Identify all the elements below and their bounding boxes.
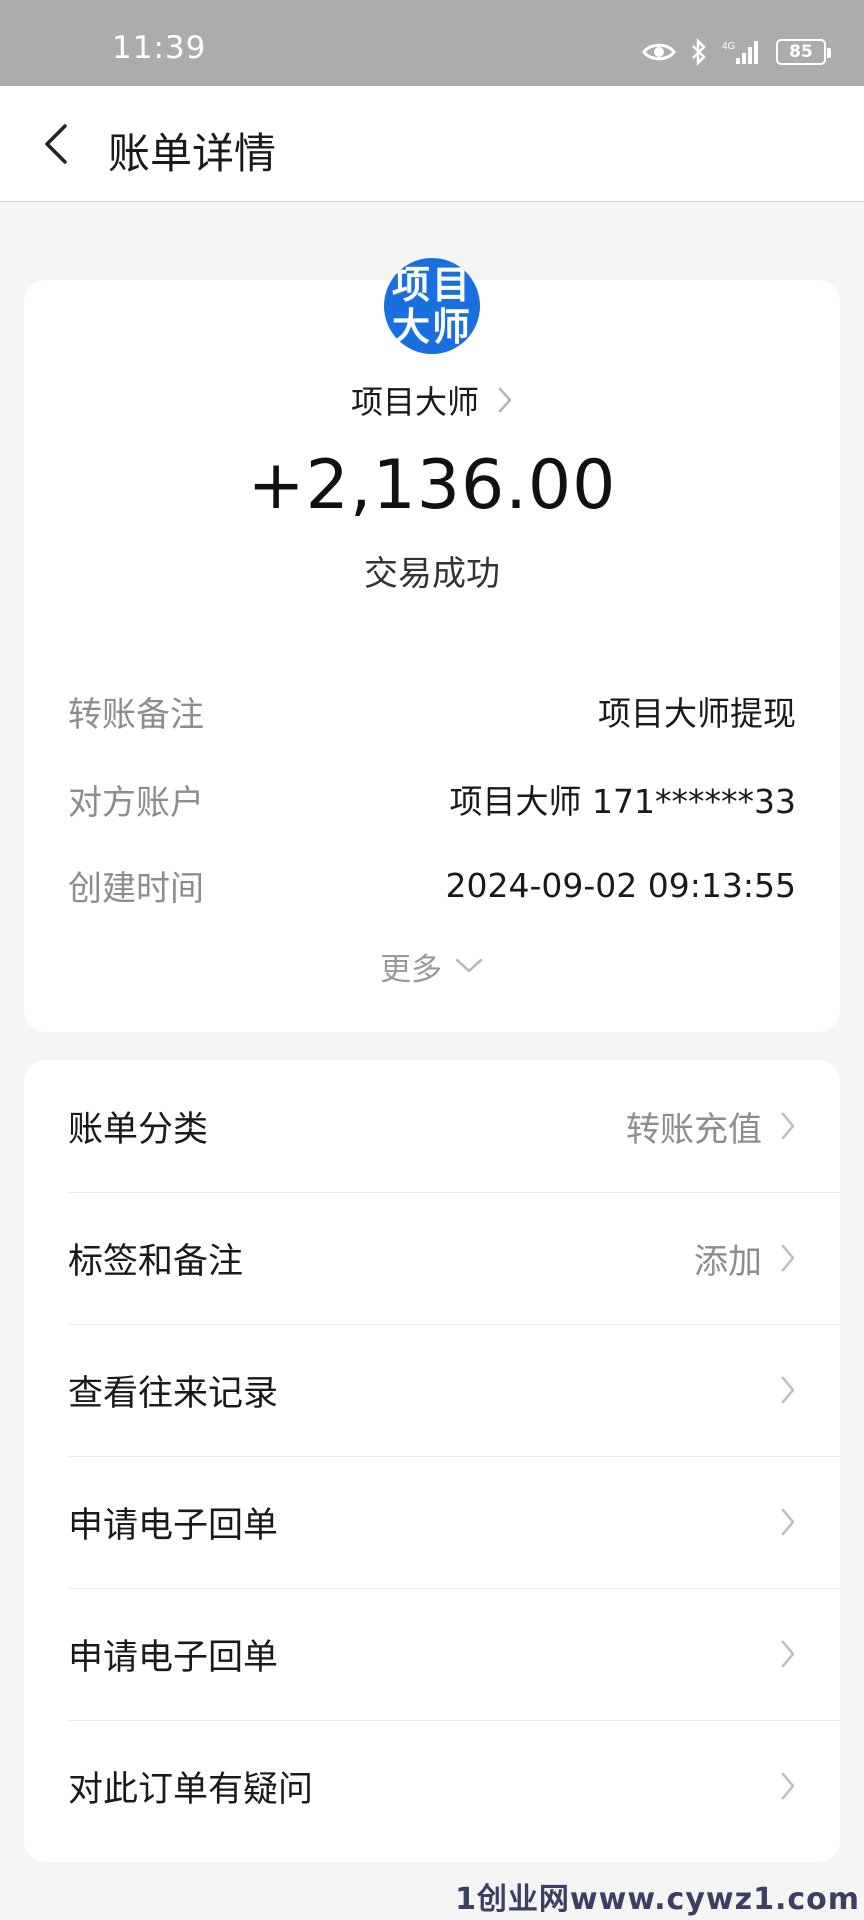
payee-name: 项目大师 <box>350 383 479 421</box>
summary-card: 项目 大师 项目大师 +2,136.00 交易成功 转账备注 项目大师提现 对方… <box>24 258 840 1032</box>
detail-row-remark: 转账备注 项目大师提现 <box>68 686 796 736</box>
avatar-text-line: 大师 <box>391 305 472 349</box>
menu-item-label: 对此订单有疑问 <box>68 1769 314 1810</box>
chevron-right-icon <box>498 387 512 413</box>
menu-item-label: 标签和备注 <box>68 1241 244 1282</box>
network-label: 4G <box>722 41 736 52</box>
menu-item-e-receipt[interactable]: 申请电子回单 <box>24 1456 840 1588</box>
transaction-amount: +2,136.00 <box>247 446 617 525</box>
detail-row-created-time: 创建时间 2024-09-02 09:13:55 <box>68 860 796 910</box>
back-button[interactable] <box>26 108 86 180</box>
page-title: 账单详情 <box>108 129 277 178</box>
transaction-status: 交易成功 <box>364 554 500 594</box>
menu-item-order-question[interactable]: 对此订单有疑问 <box>24 1720 840 1852</box>
detail-value: 2024-09-02 09:13:55 <box>445 865 796 905</box>
more-label: 更多 <box>380 951 442 988</box>
chevron-right-icon <box>781 1508 795 1536</box>
detail-row-account: 对方账户 项目大师 171******33 <box>68 774 796 824</box>
chevron-right-icon <box>781 1244 795 1272</box>
watermark: 1创业网www.cywz1.com <box>455 1882 860 1917</box>
detail-label: 创建时间 <box>68 868 204 909</box>
chevron-left-icon <box>45 124 67 164</box>
payee-link[interactable]: 项目大师 <box>24 376 840 424</box>
chevron-right-icon <box>781 1772 795 1800</box>
chevron-right-icon <box>781 1376 795 1404</box>
status-bar: 11:39 4G 85 <box>0 0 864 86</box>
menu-item-label: 申请电子回单 <box>68 1505 279 1546</box>
menu-item-value: 添加 <box>694 1241 762 1282</box>
payee-avatar[interactable]: 项目 大师 <box>384 258 480 354</box>
status-time: 11:39 <box>112 30 207 66</box>
menu-item-value: 转账充值 <box>626 1109 762 1150</box>
menu-item-e-receipt-2[interactable]: 申请电子回单 <box>24 1588 840 1720</box>
avatar-text-line: 项目 <box>391 263 472 307</box>
chevron-right-icon <box>781 1640 795 1668</box>
detail-label: 转账备注 <box>68 694 204 735</box>
menu-item-bill-category[interactable]: 账单分类 转账充值 <box>24 1060 840 1192</box>
detail-value: 项目大师 171******33 <box>449 782 796 821</box>
nav-bar: 账单详情 <box>0 86 864 202</box>
bluetooth-icon <box>690 38 708 66</box>
status-icons: 4G 85 <box>642 36 831 68</box>
detail-label: 对方账户 <box>68 782 204 823</box>
menu-item-label: 查看往来记录 <box>68 1373 279 1414</box>
battery-icon: 85 <box>776 39 831 65</box>
detail-value: 项目大师提现 <box>598 694 796 733</box>
eye-icon <box>642 41 676 63</box>
chevron-down-icon <box>455 958 483 973</box>
menu-item-label: 申请电子回单 <box>68 1637 279 1678</box>
more-button[interactable]: 更多 <box>24 944 840 988</box>
menu-item-history[interactable]: 查看往来记录 <box>24 1324 840 1456</box>
actions-card: 账单分类 转账充值 标签和备注 添加 查看往来记录 申请电子回单 申请电子回单 … <box>24 1060 840 1862</box>
menu-item-tags-notes[interactable]: 标签和备注 添加 <box>24 1192 840 1324</box>
signal-icon: 4G <box>722 38 762 66</box>
menu-item-label: 账单分类 <box>68 1109 209 1150</box>
chevron-right-icon <box>781 1112 795 1140</box>
